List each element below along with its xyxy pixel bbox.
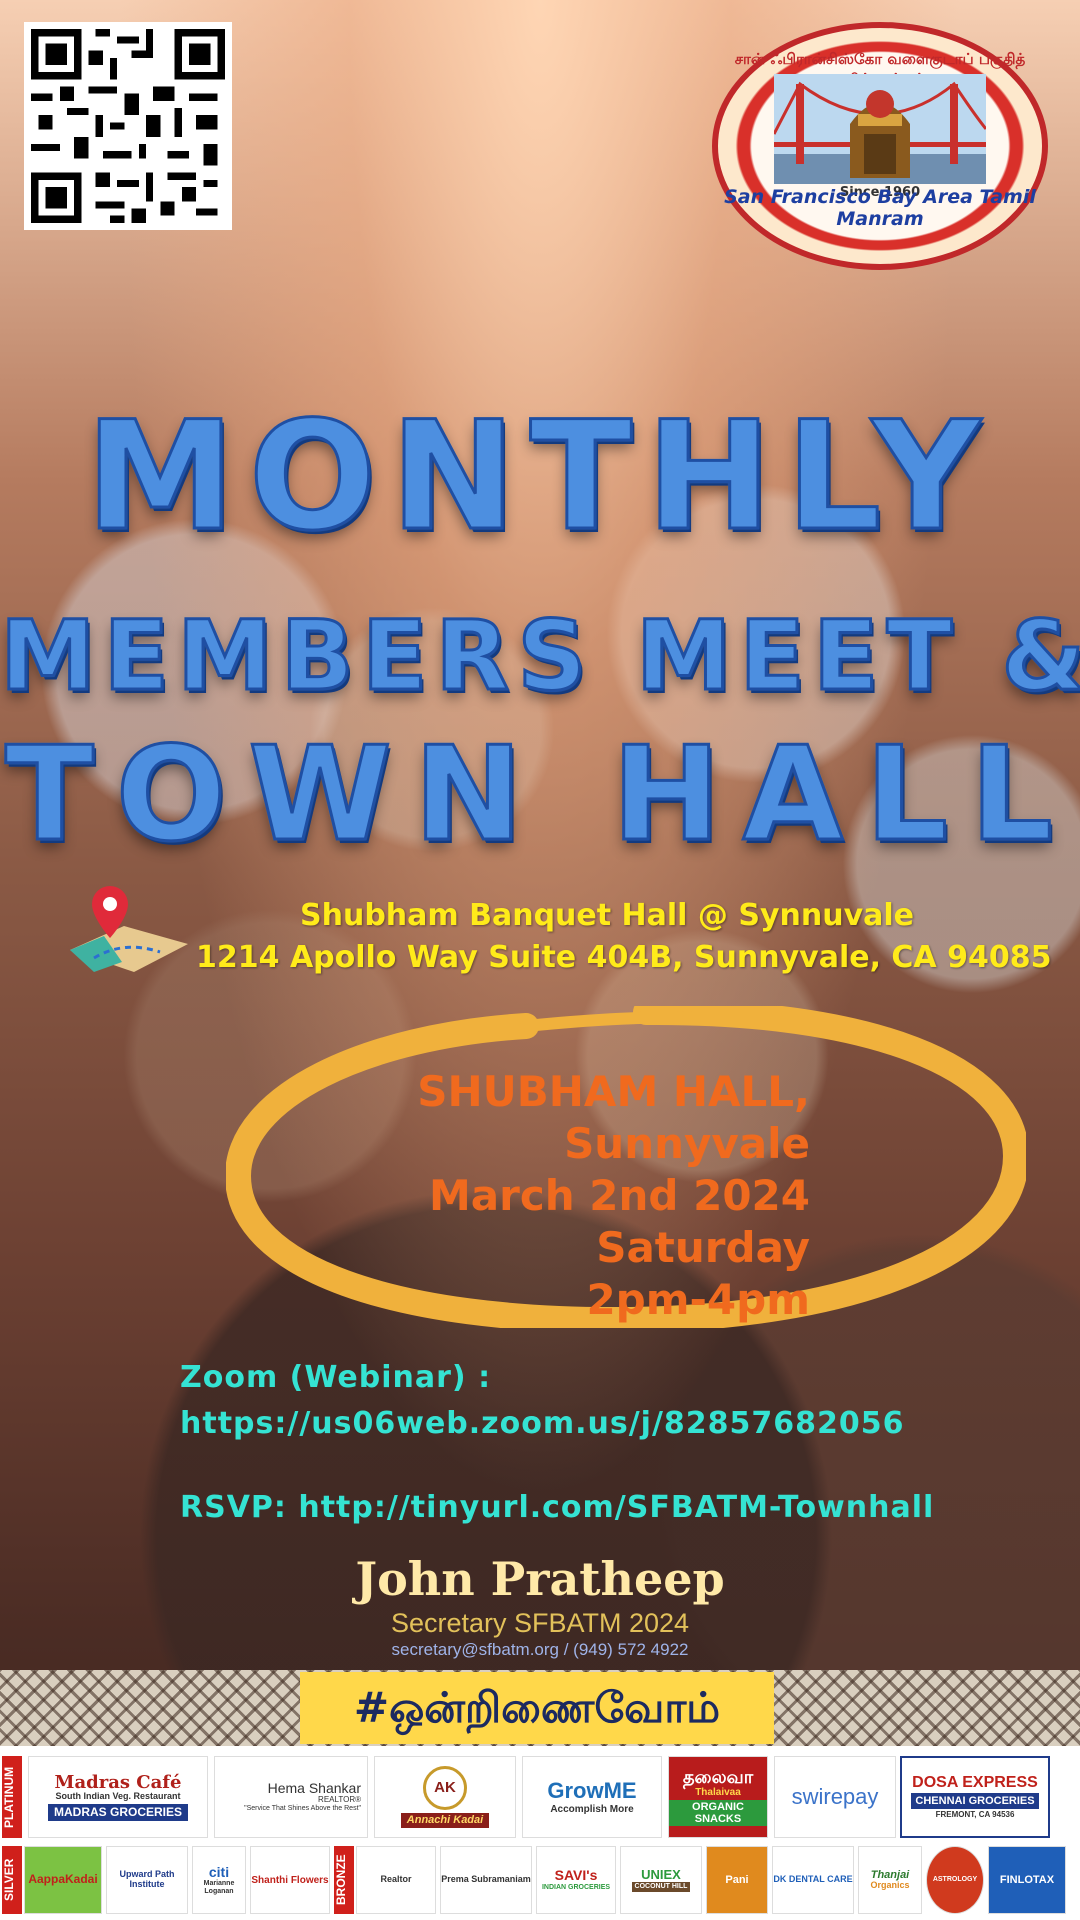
- sponsor-name: Hema Shankar: [267, 1780, 361, 1797]
- title-line-2: MEMBERS MEET &: [0, 599, 1080, 714]
- tier-label-bronze: BRONZE: [334, 1846, 354, 1914]
- secretary-name: John Pratheep: [355, 1552, 725, 1606]
- sponsor-thanjai[interactable]: Thanjai Organics: [858, 1846, 922, 1914]
- sponsor-citi[interactable]: citi Marianne Loganan: [192, 1846, 246, 1914]
- sponsor-sub: REALTOR®: [318, 1795, 361, 1805]
- golden-gate-temple-icon: [774, 74, 986, 184]
- event-city: Sunnyvale: [564, 1119, 810, 1168]
- event-hall: SHUBHAM HALL,: [417, 1067, 810, 1116]
- sfbatm-logo: சான் ஃபிரான்சிஸ்கோ வளைகுடாப் பகுதித் தமி…: [712, 22, 1048, 270]
- sponsor-name: citi: [208, 1863, 230, 1880]
- sponsor-swirepay[interactable]: swirepay: [774, 1756, 896, 1838]
- sponsor-name: Prema Subramaniam: [441, 1874, 531, 1885]
- sponsor-thalaivaa[interactable]: தலைவா Thalaivaa ORGANIC SNACKS: [668, 1756, 768, 1838]
- event-details: SHUBHAM HALL, Sunnyvale March 2nd 2024 S…: [417, 1066, 810, 1326]
- secretary-role: Secretary SFBATM 2024: [390, 1608, 690, 1638]
- venue-line-2: 1214 Apollo Way Suite 404B, Sunnyvale, C…: [196, 940, 1052, 975]
- sponsor-growme[interactable]: GrowME Accomplish More: [522, 1756, 662, 1838]
- zoom-label: Zoom (Webinar) :: [180, 1360, 492, 1395]
- sponsor-sub: COCONUT HILL: [631, 1882, 691, 1892]
- sponsor-aappakadai[interactable]: AappaKadai: [24, 1846, 102, 1914]
- sponsor-name: Madras Café: [54, 1771, 182, 1793]
- sponsor-name: FINLOTAX: [999, 1873, 1055, 1886]
- sponsor-name: Upward Path Institute: [119, 1869, 175, 1889]
- title-line-1: MONTHLY: [84, 389, 995, 566]
- event-date: March 2nd 2024: [429, 1171, 810, 1220]
- sponsor-extra: ORGANIC SNACKS: [669, 1800, 767, 1827]
- logo-english-text: San Francisco Bay Area Tamil Manram: [724, 186, 1036, 230]
- sponsor-name: Pani: [725, 1873, 749, 1886]
- sponsor-dk-dental[interactable]: DK DENTAL CARE: [772, 1846, 854, 1914]
- map-pin-icon: [70, 886, 188, 972]
- sponsor-savis[interactable]: SAVI's INDIAN GROCERIES: [536, 1846, 616, 1914]
- sponsor-name: AappaKadai: [28, 1872, 98, 1887]
- sponsor-annachi-kadai[interactable]: AK Annachi Kadai: [374, 1756, 516, 1838]
- sponsor-sub: Accomplish More: [550, 1803, 634, 1815]
- sponsor-sub: Marianne Loganan: [203, 1880, 235, 1895]
- sponsor-name: Annachi Kadai: [400, 1813, 490, 1828]
- sponsor-name: DK DENTAL CARE: [773, 1874, 853, 1885]
- sponsor-dosa-express[interactable]: DOSA EXPRESS CHENNAI GROCERIES FREMONT, …: [900, 1756, 1050, 1838]
- sponsor-extra: MADRAS GROCERIES: [47, 1804, 188, 1822]
- sponsor-name: swirepay: [791, 1783, 879, 1809]
- event-day: Saturday: [596, 1223, 810, 1272]
- sponsor-sub: South Indian Veg. Restaurant: [55, 1791, 181, 1802]
- sponsor-name: GrowME: [547, 1778, 637, 1804]
- sponsor-madras-cafe[interactable]: Madras Café South Indian Veg. Restaurant…: [28, 1756, 208, 1838]
- sponsor-name: DOSA EXPRESS: [912, 1773, 1038, 1791]
- sponsor-extra: "Service That Shines Above the Rest": [244, 1805, 361, 1813]
- sponsor-name: Realtor: [380, 1874, 412, 1885]
- event-time: 2pm-4pm: [586, 1275, 810, 1324]
- sponsor-name: Shanthi Flowers: [251, 1874, 329, 1886]
- rsvp-link[interactable]: RSVP: http://tinyurl.com/SFBATM-Townhall: [180, 1490, 934, 1525]
- tier-label-platinum: PLATINUM: [2, 1756, 22, 1838]
- sponsor-name: SAVI's: [554, 1867, 598, 1884]
- sponsor-bronze-1[interactable]: Realtor: [356, 1846, 436, 1914]
- sponsor-upward-path[interactable]: Upward Path Institute: [106, 1846, 188, 1914]
- hashtag: #ஒன்றிணைவோம்: [300, 1672, 774, 1744]
- sponsor-sub: INDIAN GROCERIES: [541, 1883, 611, 1891]
- sponsor-sub: CHENNAI GROCERIES: [911, 1793, 1039, 1810]
- sponsor-extra: FREMONT, CA 94536: [935, 1810, 1015, 1820]
- sponsor-name: UNIEX: [641, 1867, 681, 1882]
- title-line-3: TOWN HALL: [4, 717, 1075, 872]
- sponsor-prema[interactable]: Prema Subramaniam: [440, 1846, 532, 1914]
- tier-label-silver: SILVER: [2, 1846, 22, 1914]
- sponsor-finlotax[interactable]: FINLOTAX: [988, 1846, 1066, 1914]
- sponsor-name: தலைவா: [682, 1766, 754, 1787]
- sponsor-shanthi-flowers[interactable]: Shanthi Flowers: [250, 1846, 330, 1914]
- qr-code[interactable]: [24, 22, 232, 230]
- sponsor-uniex[interactable]: UNIEX COCONUT HILL: [620, 1846, 702, 1914]
- sponsor-astrology[interactable]: ASTROLOGY: [926, 1846, 984, 1914]
- secretary-contact[interactable]: secretary@sfbatm.org / (949) 572 4922: [0, 1640, 1080, 1660]
- zoom-link[interactable]: https://us06web.zoom.us/j/82857682056: [180, 1406, 905, 1441]
- venue-line-1: Shubham Banquet Hall @ Synnuvale: [300, 898, 915, 933]
- sponsor-sub: Organics: [870, 1880, 910, 1891]
- sponsor-hema-shankar[interactable]: Hema Shankar REALTOR® "Service That Shin…: [214, 1756, 368, 1838]
- sponsor-name: ASTROLOGY: [932, 1876, 978, 1884]
- poster: சான் ஃபிரான்சிஸ்கோ வளைகுடாப் பகுதித் தமி…: [0, 0, 1080, 1920]
- annachi-badge-icon: AK: [423, 1766, 467, 1811]
- sponsor-sub: Thalaivaa: [695, 1787, 741, 1799]
- sponsor-pani[interactable]: Pani: [706, 1846, 768, 1914]
